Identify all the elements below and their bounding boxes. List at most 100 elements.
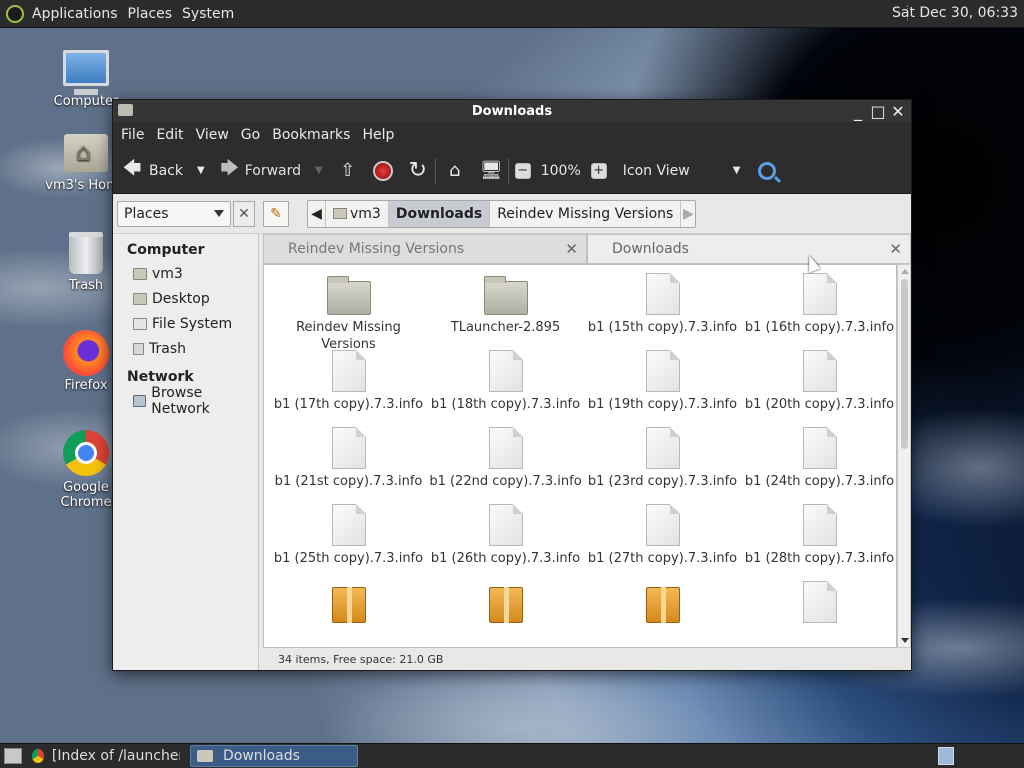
file-item-icon-wrap <box>427 427 584 469</box>
file-item[interactable]: b1 (20th copy).7.3.info <box>741 348 896 425</box>
file-item[interactable]: b1 (25th copy).7.3.info <box>270 502 427 579</box>
minimize-button[interactable]: _ <box>849 102 867 121</box>
file-manager-window[interactable]: Downloads _ □ ✕ File Edit View Go Bookma… <box>112 99 912 671</box>
file-item[interactable]: b1 (24th copy).7.3.info <box>741 425 896 502</box>
home-folder-icon <box>133 267 147 280</box>
scroll-up-icon[interactable] <box>901 269 909 274</box>
places-menu[interactable]: Places <box>128 6 179 22</box>
filesystem-icon <box>133 317 147 330</box>
applications-menu[interactable]: Applications <box>32 6 124 22</box>
forward-button[interactable]: 🡆 Forward <box>219 153 301 189</box>
sidebar-item-trash[interactable]: Trash <box>113 336 258 361</box>
close-window-button[interactable]: ✕ <box>889 102 907 121</box>
file-item-label: b1 (15th copy).7.3.info <box>587 320 738 335</box>
document-icon <box>645 273 680 315</box>
reload-icon[interactable]: ↻ <box>407 158 429 183</box>
document-icon <box>802 581 837 623</box>
search-icon[interactable] <box>758 161 777 180</box>
distro-logo-icon[interactable] <box>6 4 24 23</box>
file-item-label: b1 (22nd copy).7.3.info <box>429 474 582 489</box>
document-icon <box>645 350 680 392</box>
tab-reindev-missing-versions[interactable]: Reindev Missing Versions ✕ <box>263 234 587 264</box>
file-item-icon-wrap <box>427 275 584 315</box>
toolbar: 🡄 Back ▼ 🡆 Forward ▼ ⇧ ↻ ⌂ 🖥 − 100% + Ic… <box>113 148 911 194</box>
sidebar-item-filesystem[interactable]: File System <box>113 311 258 336</box>
workspace-switcher[interactable] <box>938 747 954 765</box>
home-icon[interactable]: ⌂ <box>444 160 466 181</box>
view-mode-dropdown-icon[interactable]: ▼ <box>733 165 741 176</box>
sidebar-type-select[interactable]: Places <box>117 200 231 227</box>
package-icon <box>645 587 680 623</box>
file-item[interactable]: b1 (19th copy).7.3.info <box>584 348 741 425</box>
file-item[interactable] <box>741 579 896 647</box>
taskbar-item-chrome[interactable]: [Index of /launcher/... <box>26 745 186 767</box>
maximize-button[interactable]: □ <box>869 102 887 121</box>
scroll-down-icon[interactable] <box>901 638 909 643</box>
file-item[interactable]: b1 (15th copy).7.3.info <box>584 271 741 348</box>
forward-history-dropdown-icon[interactable]: ▼ <box>315 165 323 176</box>
file-item-icon-wrap <box>741 350 896 392</box>
sidebar-item-desktop[interactable]: Desktop <box>113 286 258 311</box>
close-tab-icon[interactable]: ✕ <box>889 240 902 258</box>
menu-help[interactable]: Help <box>356 127 400 143</box>
file-item[interactable] <box>427 579 584 647</box>
file-item-label: b1 (28th copy).7.3.info <box>744 551 895 566</box>
menu-bookmarks[interactable]: Bookmarks <box>266 127 356 143</box>
sidebar-item-browse-network[interactable]: Browse Network <box>113 385 258 417</box>
scrollbar-thumb[interactable] <box>901 279 908 449</box>
system-menu[interactable]: System <box>182 6 240 22</box>
file-item[interactable]: b1 (17th copy).7.3.info <box>270 348 427 425</box>
back-button[interactable]: 🡄 Back <box>121 153 183 189</box>
file-icon-view[interactable]: Reindev Missing Versions TLauncher-2.895 b… <box>263 264 897 648</box>
sidebar-item-vm3[interactable]: vm3 <box>113 261 258 286</box>
file-item-icon-wrap <box>270 504 427 546</box>
clock[interactable]: Sat Dec 30, 06:33 <box>892 5 1018 21</box>
file-item[interactable]: b1 (28th copy).7.3.info <box>741 502 896 579</box>
file-item[interactable]: b1 (22nd copy).7.3.info <box>427 425 584 502</box>
menu-go[interactable]: Go <box>235 127 266 143</box>
vertical-scrollbar[interactable] <box>897 264 911 648</box>
taskbar-item-downloads[interactable]: Downloads <box>190 745 358 767</box>
folder-icon <box>197 750 213 762</box>
back-label: Back <box>149 162 183 179</box>
file-item[interactable] <box>584 579 741 647</box>
close-tab-icon[interactable]: ✕ <box>565 240 578 258</box>
view-mode-select[interactable]: Icon View <box>623 163 733 179</box>
menu-file[interactable]: File <box>115 127 150 143</box>
computer-icon[interactable]: 🖥 <box>480 160 503 181</box>
breadcrumb-scroll-left-icon[interactable]: ◀ <box>308 200 326 227</box>
back-history-dropdown-icon[interactable]: ▼ <box>197 165 205 176</box>
file-item-icon-wrap <box>584 504 741 546</box>
breadcrumb-downloads[interactable]: Downloads <box>388 200 491 227</box>
file-item[interactable]: b1 (18th copy).7.3.info <box>427 348 584 425</box>
zoom-in-icon[interactable]: + <box>590 162 607 179</box>
breadcrumb-scroll-right-icon[interactable]: ▶ <box>681 201 695 227</box>
menu-edit[interactable]: Edit <box>150 127 189 143</box>
file-item[interactable]: b1 (26th copy).7.3.info <box>427 502 584 579</box>
up-arrow-icon[interactable]: ⇧ <box>337 160 359 181</box>
file-item[interactable]: b1 (21st copy).7.3.info <box>270 425 427 502</box>
zoom-out-icon[interactable]: − <box>514 162 531 179</box>
title-bar[interactable]: Downloads _ □ ✕ <box>113 100 911 122</box>
file-item-icon-wrap <box>584 583 741 623</box>
edit-location-icon[interactable]: ✎ <box>263 200 289 227</box>
file-item[interactable]: b1 (16th copy).7.3.info <box>741 271 896 348</box>
breadcrumb-reindev[interactable]: Reindev Missing Versions <box>490 200 682 227</box>
file-item-label: b1 (20th copy).7.3.info <box>744 397 895 412</box>
show-desktop-icon[interactable] <box>4 748 22 764</box>
file-item[interactable]: Reindev Missing Versions <box>270 271 427 352</box>
stop-icon[interactable] <box>372 160 393 181</box>
file-item[interactable]: TLauncher-2.895 <box>427 271 584 348</box>
tab-label: Downloads <box>612 241 689 257</box>
breadcrumb-vm3[interactable]: vm3 <box>326 200 389 227</box>
file-item[interactable]: b1 (23rd copy).7.3.info <box>584 425 741 502</box>
close-sidebar-button[interactable]: ✕ <box>233 200 255 227</box>
menu-view[interactable]: View <box>190 127 235 143</box>
document-icon <box>802 427 837 469</box>
file-item-icon-wrap <box>427 583 584 623</box>
sidebar-item-label: Browse Network <box>151 384 210 417</box>
folder-icon <box>326 276 371 315</box>
file-item[interactable] <box>270 579 427 647</box>
file-item[interactable]: b1 (27th copy).7.3.info <box>584 502 741 579</box>
tab-downloads[interactable]: Downloads ✕ <box>587 234 911 264</box>
